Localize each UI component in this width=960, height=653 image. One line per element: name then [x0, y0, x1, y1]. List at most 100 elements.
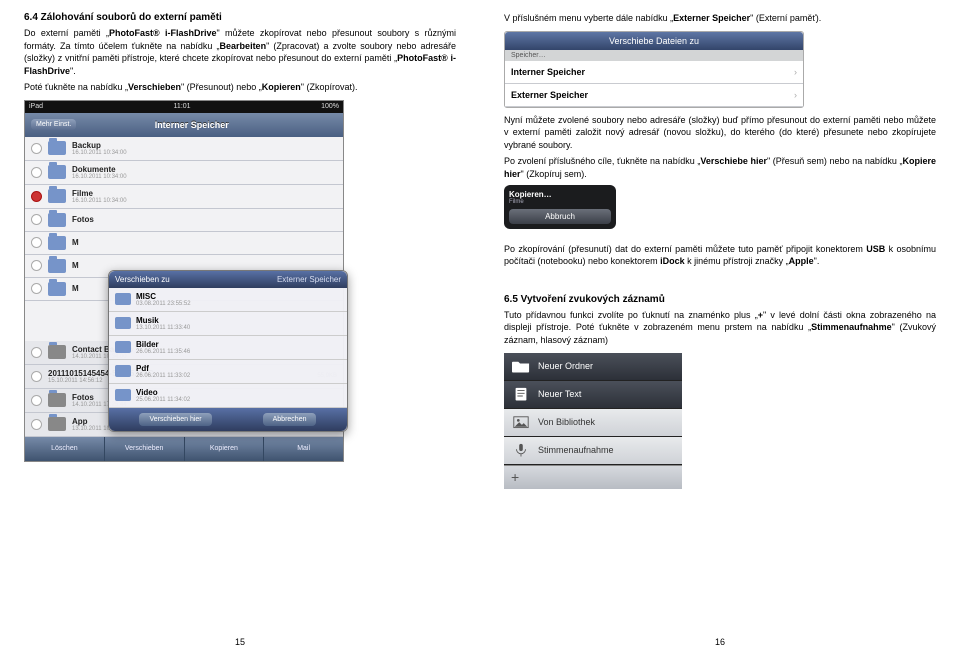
text: " (Přesunout) nebo „: [181, 82, 262, 92]
row-title: Filme: [72, 189, 127, 198]
bold-text: iDock: [660, 256, 685, 266]
bold-text: PhotoFast® i-FlashDrive: [109, 28, 216, 38]
paragraph: V příslušném menu vyberte dále nabídku „…: [504, 12, 936, 25]
paragraph: Nyní můžete zvolené soubory nebo adresář…: [504, 114, 936, 152]
popup-location: Externer Speicher: [277, 275, 341, 284]
storage-menu-screenshot: Verschiebe Dateien zu Speicher… Interner…: [504, 31, 804, 108]
popup-item[interactable]: Video25.06.2011 11:34:02: [109, 384, 347, 408]
text: Tuto přídavnou funkci zvolíte po ťuknutí…: [504, 310, 758, 320]
row-title: Backup: [72, 141, 127, 150]
from-library-row[interactable]: Von Bibliothek: [504, 409, 682, 437]
text: Po zvolení příslušného cíle, ťukněte na …: [504, 156, 700, 166]
move-button[interactable]: Verschieben: [105, 437, 185, 461]
nav-title: Interner Speicher: [155, 120, 229, 130]
checkbox-icon[interactable]: [31, 167, 42, 178]
popup-item[interactable]: MISC03.08.2011 23:55:52: [109, 288, 347, 312]
nav-bar: Mehr Einst. Interner Speicher: [25, 113, 343, 137]
checkbox-icon[interactable]: [31, 395, 42, 406]
text: " (Zkopíruj sem).: [521, 169, 587, 179]
ipad-screenshot: iPad 11:01 100% Mehr Einst. Interner Spe…: [24, 100, 456, 462]
paragraph: Po zkopírování (přesunutí) dat do extern…: [504, 243, 936, 268]
popup-subtitle: Filme: [509, 199, 611, 205]
image-icon: [512, 415, 530, 429]
row-title: Musik: [136, 316, 190, 325]
bold-text: Verschieben: [128, 82, 181, 92]
delete-button[interactable]: Löschen: [25, 437, 105, 461]
text: k jinému přístroji značky „: [685, 256, 789, 266]
row-label: Interner Speicher: [511, 67, 585, 77]
paragraph: Po zvolení příslušného cíle, ťukněte na …: [504, 155, 936, 180]
microphone-icon: [512, 443, 530, 457]
folder-icon: [115, 365, 131, 377]
popup-item[interactable]: Musik13.10.2011 11:33:40: [109, 312, 347, 336]
chevron-right-icon: ›: [794, 90, 797, 100]
row-label: Von Bibliothek: [538, 417, 595, 427]
row-subtitle: 26.06.2011 11:35:46: [136, 349, 190, 355]
list-item[interactable]: Filme16.10.2011 10:34:00: [25, 185, 343, 209]
external-storage-row[interactable]: Externer Speicher ›: [505, 84, 803, 107]
popup-item[interactable]: Bilder26.06.2011 11:35:46: [109, 336, 347, 360]
row-subtitle: 03.08.2011 23:55:52: [136, 301, 191, 307]
checkbox-icon[interactable]: [31, 347, 42, 358]
back-button[interactable]: Mehr Einst.: [31, 119, 76, 130]
mail-button[interactable]: Mail: [264, 437, 343, 461]
folder-icon: [48, 259, 66, 273]
folder-icon: [115, 341, 131, 353]
new-folder-row[interactable]: Neuer Ordner: [504, 353, 682, 381]
row-subtitle: 16.10.2011 10:34:00: [72, 150, 127, 156]
row-label: Neuer Ordner: [538, 361, 593, 371]
internal-storage-row[interactable]: Interner Speicher ›: [505, 61, 803, 84]
checkbox-icon[interactable]: [31, 237, 42, 248]
popup-title: Kopieren…: [509, 190, 611, 199]
section-heading: 6.5 Vytvoření zvukových záznamů: [504, 294, 936, 305]
text: " (Zkopírovat).: [301, 82, 358, 92]
row-subtitle: 16.10.2011 10:34:00: [72, 198, 127, 204]
folder-icon: [48, 417, 66, 431]
list-item[interactable]: Backup16.10.2011 10:34:00: [25, 137, 343, 161]
section-heading: 6.4 Zálohování souborů do externí paměti: [24, 12, 456, 23]
list-item[interactable]: Dokumente16.10.2011 10:34:00: [25, 161, 343, 185]
checkbox-checked-icon[interactable]: [31, 191, 42, 202]
document-icon: [512, 387, 530, 401]
popup-item[interactable]: Pdf26.06.2011 11:33:02: [109, 360, 347, 384]
text: " (Externí paměť).: [750, 13, 821, 23]
cancel-button[interactable]: Abbrechen: [263, 413, 317, 426]
folder-icon: [48, 141, 66, 155]
copy-button[interactable]: Kopieren: [185, 437, 265, 461]
bold-text: USB: [866, 244, 885, 254]
row-title: Fotos: [72, 215, 94, 224]
row-title: Pdf: [136, 364, 190, 373]
paragraph: Poté ťukněte na nabídku „Verschieben" (P…: [24, 81, 456, 94]
plus-button[interactable]: +: [504, 465, 682, 489]
paragraph: Tuto přídavnou funkci zvolíte po ťuknutí…: [504, 309, 936, 347]
checkbox-icon[interactable]: [31, 371, 42, 382]
row-subtitle: 16.10.2011 10:34:00: [72, 174, 127, 180]
text: V příslušném menu vyberte dále nabídku „: [504, 13, 673, 23]
row-subtitle: 25.06.2011 11:34:02: [136, 397, 190, 403]
voice-record-row[interactable]: Stimmenaufnahme: [504, 437, 682, 465]
chevron-right-icon: ›: [794, 67, 797, 77]
text: " (Přesuň sem) nebo na nabídku „: [767, 156, 902, 166]
popup-header: Verschieben zu Externer Speicher: [109, 271, 347, 288]
row-title: M: [72, 261, 79, 270]
copy-popup-screenshot: Kopieren… Filme Abbruch: [504, 185, 616, 229]
page-left: 6.4 Zálohování souborů do externí paměti…: [0, 0, 480, 653]
abort-button[interactable]: Abbruch: [509, 209, 611, 224]
bold-text: Bearbeiten: [220, 41, 267, 51]
list-item[interactable]: Fotos: [25, 209, 343, 232]
checkbox-icon[interactable]: [31, 260, 42, 271]
checkbox-icon[interactable]: [31, 419, 42, 430]
checkbox-icon[interactable]: [31, 214, 42, 225]
folder-icon: [48, 282, 66, 296]
menu-title: Verschiebe Dateien zu: [505, 32, 803, 50]
new-text-row[interactable]: Neuer Text: [504, 381, 682, 409]
text: Po zkopírování (přesunutí) dat do extern…: [504, 244, 866, 254]
move-here-button[interactable]: Verschieben hier: [139, 413, 211, 426]
row-title: MISC: [136, 292, 191, 301]
list-item[interactable]: M: [25, 232, 343, 255]
checkbox-icon[interactable]: [31, 283, 42, 294]
checkbox-icon[interactable]: [31, 143, 42, 154]
row-title: M: [72, 238, 79, 247]
text: Do externí paměti „: [24, 28, 109, 38]
text: ".: [70, 66, 76, 76]
